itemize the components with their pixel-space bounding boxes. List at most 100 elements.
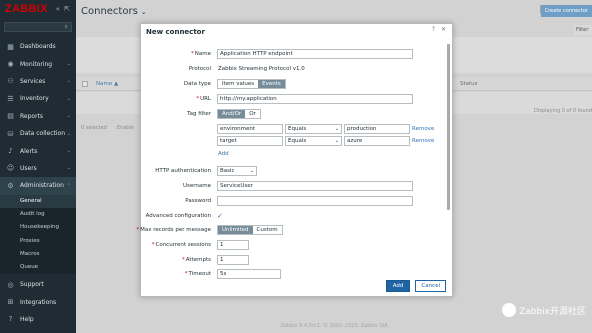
zabbix-logo[interactable]: ZABBIX <box>5 3 48 15</box>
max-records-custom[interactable]: Custom <box>252 226 282 234</box>
column-name[interactable]: Name ▲ <box>96 81 118 87</box>
subnav-queue[interactable]: Queue <box>0 260 76 273</box>
add-button[interactable]: Add <box>385 280 411 292</box>
filter-tab[interactable]: Filter <box>574 25 592 35</box>
subnav-audit-log[interactable]: Audit log <box>0 208 76 221</box>
nav-administration[interactable]: ⚙ Administration ⌃ <box>0 177 76 195</box>
sidebar-bottom: ◎ Support ⊞ Integrations ? Help <box>0 276 76 328</box>
subnav-macros[interactable]: Macros <box>0 247 76 260</box>
cancel-button[interactable]: Cancel <box>415 280 446 292</box>
password-label: Password <box>185 198 211 204</box>
subnav-housekeeping[interactable]: Housekeeping <box>0 221 76 234</box>
nav-label: Reports <box>20 112 44 120</box>
tag-value-input[interactable]: azure <box>344 136 410 146</box>
nav-data-collection[interactable]: ⛁ Data collection ⌄ <box>0 125 76 142</box>
collapse-sidebar-icon[interactable]: « <box>56 5 60 13</box>
username-row: Username ServiceUser <box>141 181 452 191</box>
selected-count: 0 selected <box>81 125 107 131</box>
tag-value-input[interactable]: production <box>344 124 410 134</box>
nav-label: Help <box>20 315 34 323</box>
nav-dashboards[interactable]: ▦ Dashboards <box>0 38 76 55</box>
tag-operator-select[interactable]: Equals ⌄ <box>285 136 342 146</box>
user-icon: ☺ <box>6 164 15 173</box>
add-tag-link[interactable]: Add <box>218 151 229 157</box>
protocol-label: Protocol <box>188 66 211 72</box>
tag-remove-link[interactable]: Remove <box>412 138 434 144</box>
page-header: Connectors ⌄ <box>76 0 592 22</box>
username-input[interactable]: ServiceUser <box>217 181 413 191</box>
data-collection-icon: ⛁ <box>7 129 14 138</box>
watermark: Zabbix开源社区 <box>502 303 586 317</box>
wechat-logo-icon <box>502 303 517 317</box>
eye-icon: ◉ <box>7 60 14 69</box>
sidebar-tools: « ⇱ <box>56 5 70 13</box>
sidebar-search-input[interactable]: ⌕ <box>4 22 72 32</box>
close-icon[interactable]: ✕ <box>441 26 446 33</box>
chevron-up-icon: ⌃ <box>66 182 71 189</box>
sessions-input[interactable]: 1 <box>217 240 249 250</box>
password-row: Password <box>141 196 452 206</box>
column-status: Status <box>460 81 478 87</box>
tag-filter-label: Tag filter <box>187 111 211 117</box>
nav-reports[interactable]: ▤ Reports ⌄ <box>0 108 76 125</box>
create-connector-button[interactable]: Create connector <box>540 5 592 17</box>
page-title[interactable]: Connectors ⌄ <box>81 6 147 17</box>
nav-users[interactable]: ☺ Users ⌄ <box>0 160 76 177</box>
advanced-label: Advanced configuration <box>145 213 211 219</box>
data-type-events[interactable]: Events <box>258 80 285 88</box>
tag-name-input[interactable]: target <box>217 136 283 146</box>
http-auth-label: HTTP authentication <box>155 168 211 174</box>
tag-filter-and-or[interactable]: And/Or <box>218 110 246 118</box>
tag-operator-select[interactable]: Equals ⌄ <box>285 124 342 134</box>
max-records-row: *Max records per message Unlimited Custo… <box>136 225 452 235</box>
page-footer: Zabbix 6.4.0rc1. © 2001–2023, Zabbix SIA <box>280 323 388 329</box>
nav-integrations[interactable]: ⊞ Integrations <box>0 293 76 310</box>
chevron-down-icon: ⌄ <box>334 138 339 144</box>
timeout-input[interactable]: 5s <box>217 269 281 279</box>
add-tag-row: Add <box>141 149 452 159</box>
nav-alerts[interactable]: ♪ Alerts ⌄ <box>0 142 76 159</box>
nav-label: Alerts <box>20 147 38 155</box>
protocol-value: Zabbix Streaming Protocol v1.0 <box>218 66 305 72</box>
nav-support[interactable]: ◎ Support <box>0 276 76 293</box>
help-icon: ? <box>8 315 13 324</box>
nav-label: Inventory <box>20 95 49 103</box>
kiosk-mode-icon[interactable]: ⇱ <box>64 5 70 13</box>
logo-row: ZABBIX « ⇱ <box>0 0 76 18</box>
subnav-proxies[interactable]: Proxies <box>0 234 76 247</box>
tag-row: environment Equals ⌄ production Remove <box>141 124 452 134</box>
tag-filter-or[interactable]: Or <box>245 110 260 118</box>
attempts-label: *Attempts <box>182 257 211 263</box>
url-label: *URL <box>196 96 211 102</box>
help-icon[interactable]: ? <box>432 26 435 33</box>
chevron-down-icon: ⌄ <box>66 165 71 172</box>
nav-label: Users <box>20 164 37 172</box>
select-all-checkbox[interactable] <box>82 81 88 87</box>
chevron-down-icon: ⌄ <box>140 7 147 16</box>
advanced-checkbox[interactable]: ✓ <box>217 212 223 220</box>
tag-name-input[interactable]: environment <box>217 124 283 134</box>
subnav-general[interactable]: General <box>0 194 76 208</box>
nav-label: Services <box>20 77 46 85</box>
http-auth-select[interactable]: Basic ⌄ <box>217 166 257 176</box>
support-icon: ◎ <box>7 280 14 289</box>
nav-help[interactable]: ? Help <box>0 311 76 328</box>
data-type-item-values[interactable]: Item values <box>218 80 259 88</box>
nav-inventory[interactable]: ☰ Inventory ⌄ <box>0 90 76 107</box>
chevron-down-icon: ⌄ <box>249 168 254 174</box>
nav-services[interactable]: ⚇ Services ⌄ <box>0 73 76 90</box>
watermark-text: Zabbix开源社区 <box>519 306 586 317</box>
enable-button[interactable]: Enable <box>117 125 134 131</box>
data-type-toggle: Item values Events <box>217 79 286 89</box>
nav-monitoring[interactable]: ◉ Monitoring ⌄ <box>0 55 76 72</box>
name-input[interactable]: Application HTTP endpoint <box>217 49 413 59</box>
tag-remove-link[interactable]: Remove <box>412 126 434 132</box>
http-auth-row: HTTP authentication Basic ⌄ <box>141 166 452 176</box>
url-input[interactable]: http://my.application <box>217 94 413 104</box>
attempts-input[interactable]: 1 <box>217 255 249 265</box>
advanced-row: Advanced configuration ✓ <box>141 211 452 221</box>
max-records-unlimited[interactable]: Unlimited <box>218 226 253 234</box>
password-input[interactable] <box>217 196 413 206</box>
chevron-down-icon: ⌄ <box>66 61 71 68</box>
sidebar: ZABBIX « ⇱ ⌕ ▦ Dashboards ◉ Monitoring ⌄… <box>0 0 76 333</box>
